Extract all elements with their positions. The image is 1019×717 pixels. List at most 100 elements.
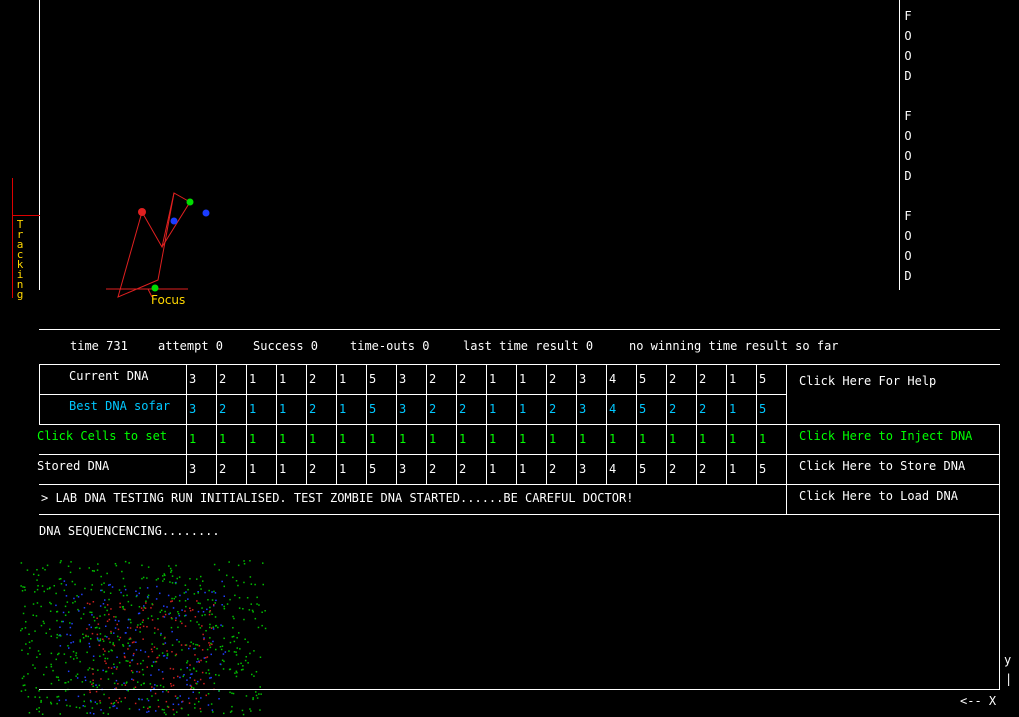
arena-left-border [39,0,40,290]
dna-cell-set[interactable]: 1 [516,424,546,454]
status-timeouts: time-outs 0 [350,339,430,353]
food-letter: D [904,169,912,183]
dna-cell-stored: 2 [459,462,467,476]
dna-cell-set[interactable]: 1 [666,424,696,454]
grid-line [39,484,1000,485]
grid-line [999,424,1000,689]
dna-particle-cloud [20,560,267,716]
dna-cell-stored: 1 [279,462,287,476]
dna-cell-stored: 1 [339,462,347,476]
food-letter: O [904,149,912,163]
creature-joint-blue [170,217,178,225]
grid-line [39,364,40,424]
dna-cell-stored: 5 [759,462,767,476]
dna-cell-current: 1 [339,372,347,386]
dna-cell-best: 2 [429,402,437,416]
y-axis-label: y [1004,653,1012,667]
dna-cell-current: 2 [669,372,677,386]
focus-label: Focus [151,293,186,307]
tracking-marker-line [12,178,13,298]
dna-cell-best: 1 [489,402,497,416]
x-axis-arrow: <-- X [960,694,997,708]
food-letter: F [904,9,912,23]
log-message: > LAB DNA TESTING RUN INITIALISED. TEST … [41,491,634,505]
dna-cell-current: 5 [759,372,767,386]
dna-cell-current: 3 [189,372,197,386]
status-winning: no winning time result so far [629,339,839,353]
creature-joint-blue [202,209,210,217]
arena-right-border [899,0,900,290]
dna-cell-current: 2 [309,372,317,386]
dna-cell-stored: 1 [489,462,497,476]
dna-cell-stored: 3 [579,462,587,476]
dna-cell-best: 2 [549,402,557,416]
dna-cell-set[interactable]: 1 [396,424,426,454]
food-letter: D [904,269,912,283]
dna-cell-set[interactable]: 1 [336,424,366,454]
dna-cell-set[interactable]: 1 [636,424,666,454]
dna-cell-set[interactable]: 1 [246,424,276,454]
food-letter: O [904,29,912,43]
dna-cell-set[interactable]: 1 [576,424,606,454]
dna-cell-best: 3 [579,402,587,416]
dna-cell-set[interactable]: 1 [366,424,396,454]
dna-cell-stored: 2 [669,462,677,476]
dna-cell-set[interactable]: 1 [696,424,726,454]
dna-cell-best: 1 [729,402,737,416]
dna-cell-set[interactable]: 1 [546,424,576,454]
dna-cell-set[interactable]: 1 [186,424,216,454]
dna-cell-stored: 1 [729,462,737,476]
dna-cell-best: 2 [219,402,227,416]
dna-cell-set[interactable]: 1 [486,424,516,454]
dna-cell-current: 2 [429,372,437,386]
dna-cell-current: 2 [699,372,707,386]
food-letter: O [904,129,912,143]
status-success: Success 0 [253,339,319,353]
dna-cell-set[interactable]: 1 [756,424,786,454]
dna-cell-current: 3 [399,372,407,386]
load-dna-button[interactable]: Click Here to Load DNA [799,489,958,503]
dna-cell-best: 2 [459,402,467,416]
food-letter: F [904,209,912,223]
dna-cell-best: 2 [669,402,677,416]
sequencing-status: DNA SEQUENCENCING........ [39,524,220,538]
dna-cell-set[interactable]: 1 [216,424,246,454]
dna-cell-set[interactable]: 1 [726,424,756,454]
dna-cell-current: 3 [579,372,587,386]
dna-cell-current: 4 [609,372,617,386]
dna-cell-current: 5 [369,372,377,386]
status-last-result: last time result 0 [463,339,594,353]
bottom-border [39,689,1000,690]
food-letter: O [904,249,912,263]
dna-cell-stored: 2 [309,462,317,476]
status-top-border [39,329,1000,330]
dna-cell-current: 1 [489,372,497,386]
dna-cell-set[interactable]: 1 [456,424,486,454]
dna-cell-stored: 2 [219,462,227,476]
dna-cell-set[interactable]: 1 [606,424,636,454]
dna-cell-current: 1 [249,372,257,386]
tracking-marker-tick [12,215,40,216]
dna-cell-stored: 2 [549,462,557,476]
dna-cell-best: 5 [639,402,647,416]
dna-cell-current: 2 [549,372,557,386]
dna-cell-best: 1 [279,402,287,416]
dna-cell-stored: 3 [189,462,197,476]
dna-cell-set[interactable]: 1 [426,424,456,454]
dna-cell-current: 2 [459,372,467,386]
dna-cell-set[interactable]: 1 [306,424,336,454]
inject-dna-button[interactable]: Click Here to Inject DNA [799,429,972,443]
help-button[interactable]: Click Here For Help [799,374,936,388]
dna-cell-best: 3 [399,402,407,416]
status-time: time 731 [70,339,128,353]
row-label-stored: Stored DNA [37,459,110,473]
dna-cell-set[interactable]: 1 [276,424,306,454]
dna-cell-best: 5 [369,402,377,416]
store-dna-button[interactable]: Click Here to Store DNA [799,459,965,473]
y-axis-bar: | [1005,672,1013,686]
dna-cell-current: 1 [729,372,737,386]
dna-cell-best: 3 [189,402,197,416]
dna-cell-stored: 5 [369,462,377,476]
food-letter: O [904,229,912,243]
row-label-best: Best DNA sofar [69,399,171,413]
